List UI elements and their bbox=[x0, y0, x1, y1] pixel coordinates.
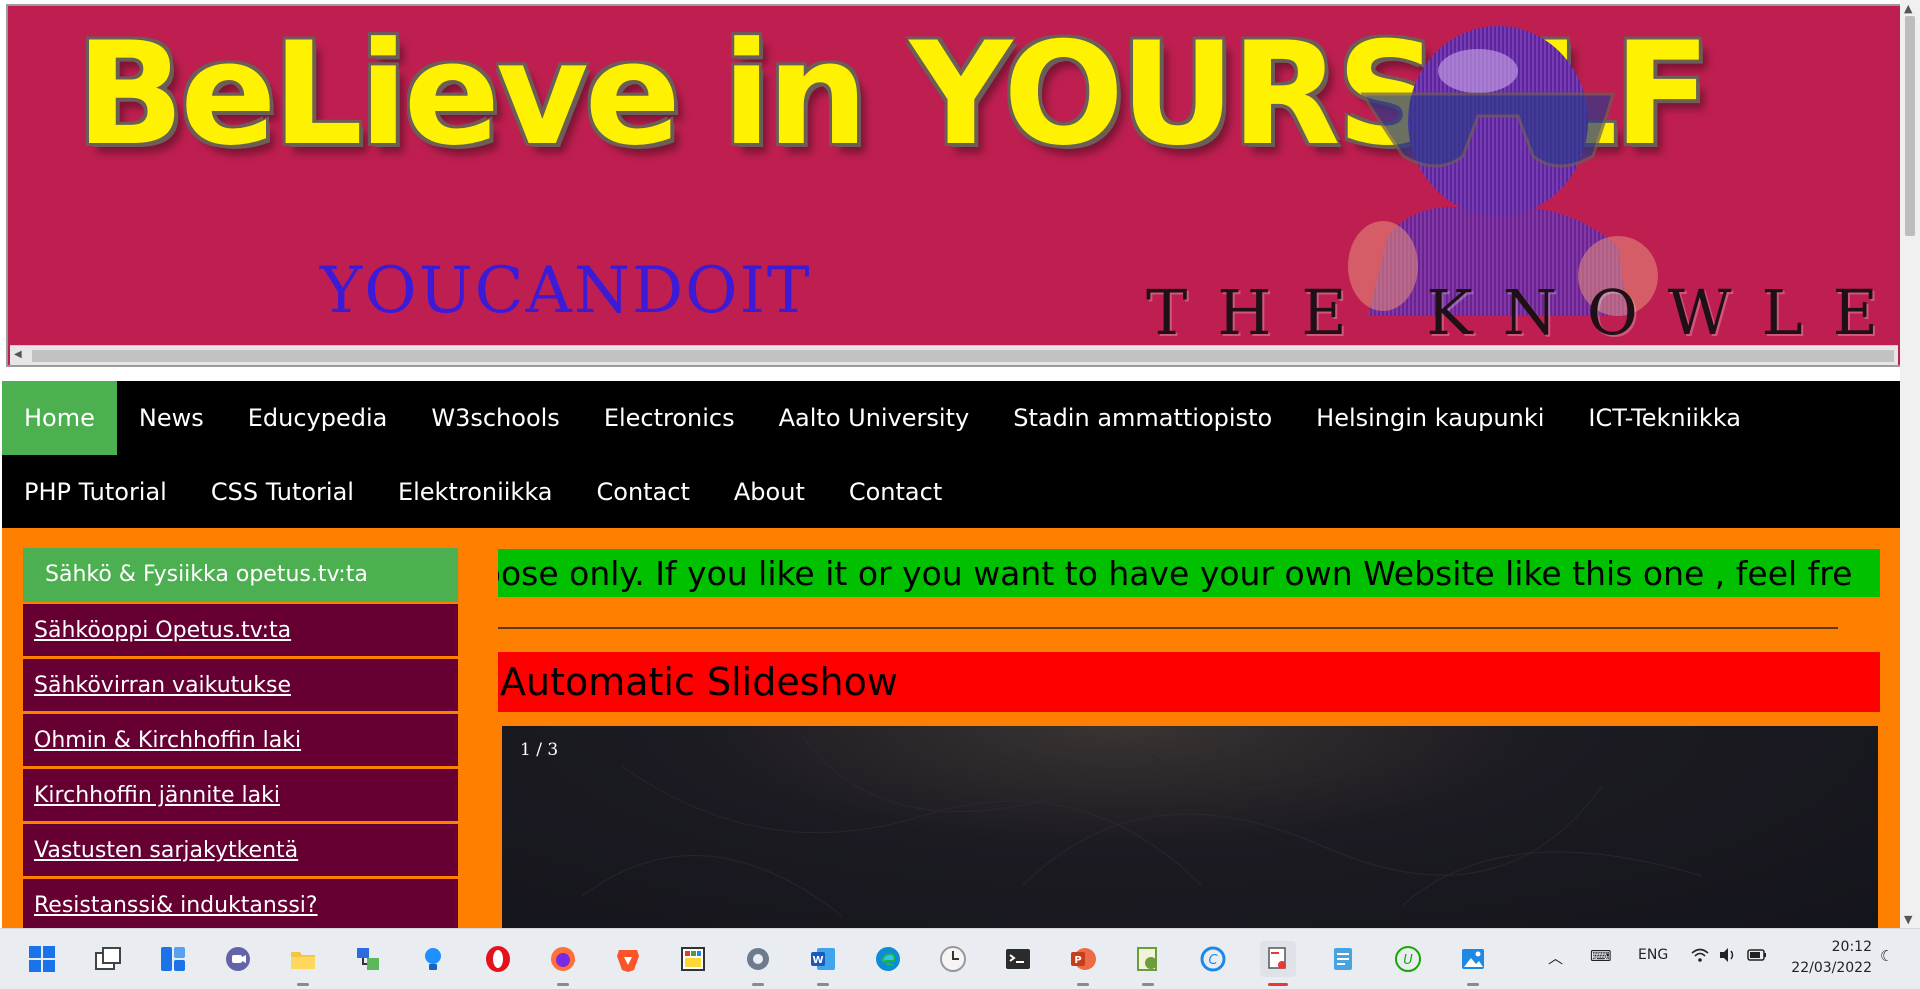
nav-php-tutorial[interactable]: PHP Tutorial bbox=[2, 455, 189, 529]
edge-browser-icon[interactable] bbox=[870, 941, 906, 977]
nav-elektroniikka[interactable]: Elektroniikka bbox=[376, 455, 575, 529]
brave-browser-icon[interactable] bbox=[610, 941, 646, 977]
nav-news[interactable]: News bbox=[117, 381, 226, 455]
task-view-icon[interactable] bbox=[90, 941, 126, 977]
svg-text:U: U bbox=[1403, 953, 1413, 968]
snipping-tool-icon[interactable] bbox=[1260, 941, 1296, 986]
teams-chat-icon[interactable] bbox=[220, 941, 256, 977]
sidebar: Sähkö & Fysiikka opetus.tv:ta Sähköoppi … bbox=[23, 548, 458, 928]
photos-app-icon[interactable] bbox=[1455, 941, 1491, 986]
network-app-icon[interactable] bbox=[350, 941, 386, 977]
sidebar-header: Sähkö & Fysiikka opetus.tv:ta bbox=[23, 548, 458, 602]
taskbar-clock-date[interactable]: 22/03/2022 bbox=[1790, 960, 1872, 976]
opera-browser-icon[interactable] bbox=[480, 941, 516, 977]
banner-knowledge-text: THE KNOWLEDGE I bbox=[1146, 276, 1902, 349]
nav-home[interactable]: Home bbox=[2, 381, 117, 455]
start-menu-icon[interactable] bbox=[24, 941, 60, 977]
windows-taskbar: W P C U ︿ ⌨ ENG 20:12 22/03/2022 ☾ bbox=[0, 928, 1920, 989]
marquee-banner: pose only. If you like it or you want to… bbox=[498, 549, 1880, 597]
language-indicator[interactable]: ENG bbox=[1638, 947, 1668, 963]
banner-horizontal-scrollbar[interactable]: ◀ bbox=[10, 345, 1898, 365]
focus-moon-icon[interactable]: ☾ bbox=[1880, 947, 1893, 965]
horizontal-rule bbox=[498, 627, 1838, 629]
nav-aalto-university[interactable]: Aalto University bbox=[757, 381, 992, 455]
word-app-icon[interactable]: W bbox=[805, 941, 841, 986]
nav-css-tutorial[interactable]: CSS Tutorial bbox=[189, 455, 376, 529]
volume-icon[interactable] bbox=[1718, 947, 1738, 967]
nav-electronics[interactable]: Electronics bbox=[582, 381, 757, 455]
nav-stadin-ammattiopisto[interactable]: Stadin ammattiopisto bbox=[991, 381, 1294, 455]
slideshow-title: Automatic Slideshow bbox=[498, 652, 1880, 712]
clock-app-icon[interactable] bbox=[935, 941, 971, 977]
paint-app-icon[interactable] bbox=[675, 941, 711, 977]
sidebar-link[interactable]: Sähkövirran vaikutukse bbox=[23, 659, 458, 712]
main-navigation: Home News Educypedia W3schools Electroni… bbox=[2, 381, 1900, 528]
nav-contact[interactable]: Contact bbox=[575, 455, 712, 529]
slide-background-image bbox=[581, 735, 1703, 917]
banner-frame: BeLieve in YOURSeLF YOUCANDOIT THE KNOWL… bbox=[6, 4, 1902, 367]
settings-gear-icon[interactable] bbox=[740, 941, 776, 986]
scroll-left-arrow-icon[interactable]: ◀ bbox=[14, 349, 22, 360]
slide-counter: 1 / 3 bbox=[520, 740, 559, 760]
nav-helsingin-kaupunki[interactable]: Helsingin kaupunki bbox=[1294, 381, 1566, 455]
scroll-down-arrow-icon[interactable]: ▼ bbox=[1904, 913, 1912, 926]
svg-text:W: W bbox=[812, 955, 823, 966]
notepad-icon[interactable] bbox=[1325, 941, 1361, 977]
sidebar-link[interactable]: Resistanssi& induktanssi? bbox=[23, 879, 458, 928]
scrollbar-thumb[interactable] bbox=[32, 350, 1894, 362]
widgets-icon[interactable] bbox=[155, 941, 191, 977]
wifi-icon[interactable] bbox=[1690, 947, 1710, 967]
firefox-browser-icon[interactable] bbox=[545, 941, 581, 986]
terminal-icon[interactable] bbox=[1000, 941, 1036, 977]
battery-icon[interactable] bbox=[1746, 947, 1768, 967]
show-hidden-icons-chevron-icon[interactable]: ︿ bbox=[1548, 947, 1563, 968]
nav-row-2: PHP Tutorial CSS Tutorial Elektroniikka … bbox=[2, 455, 964, 529]
nav-w3schools[interactable]: W3schools bbox=[409, 381, 581, 455]
nav-about[interactable]: About bbox=[712, 455, 827, 529]
nav-ict-tekniikka[interactable]: ICT-Tekniikka bbox=[1566, 381, 1763, 455]
taskbar-clock-time[interactable]: 20:12 bbox=[1820, 939, 1872, 955]
sidebar-link[interactable]: Sähköoppi Opetus.tv:ta bbox=[23, 604, 458, 657]
file-explorer-icon[interactable] bbox=[285, 941, 321, 986]
page-vertical-scrollbar[interactable]: ▲ ▼ bbox=[1900, 0, 1920, 928]
keyboard-icon[interactable]: ⌨ bbox=[1590, 947, 1612, 965]
slideshow-slide[interactable]: 1 / 3 bbox=[502, 726, 1878, 928]
svg-text:C: C bbox=[1208, 953, 1218, 968]
main-content: Sähkö & Fysiikka opetus.tv:ta Sähköoppi … bbox=[2, 528, 1900, 928]
scrollbar-thumb[interactable] bbox=[1905, 16, 1915, 236]
sidebar-link[interactable]: Ohmin & Kirchhoffin laki bbox=[23, 714, 458, 767]
sidebar-link[interactable]: Kirchhoffin jännite laki bbox=[23, 769, 458, 822]
upwork-icon[interactable]: U bbox=[1390, 941, 1426, 977]
tips-lightbulb-icon[interactable] bbox=[415, 941, 451, 977]
marquee-text: pose only. If you like it or you want to… bbox=[498, 554, 1853, 593]
sidebar-link[interactable]: Vastusten sarjakytkentä bbox=[23, 824, 458, 877]
mascot-image bbox=[1348, 26, 1658, 316]
banner-subtitle: YOUCANDOIT bbox=[320, 254, 812, 328]
powerpoint-app-icon[interactable]: P bbox=[1065, 941, 1101, 986]
ccleaner-icon[interactable]: C bbox=[1195, 941, 1231, 977]
notepad-plus-plus-icon[interactable] bbox=[1130, 941, 1166, 986]
svg-text:P: P bbox=[1074, 955, 1081, 966]
scroll-up-arrow-icon[interactable]: ▲ bbox=[1904, 2, 1912, 15]
nav-educypedia[interactable]: Educypedia bbox=[226, 381, 410, 455]
nav-contact-2[interactable]: Contact bbox=[827, 455, 964, 529]
nav-row-1: Home News Educypedia W3schools Electroni… bbox=[2, 381, 1763, 455]
